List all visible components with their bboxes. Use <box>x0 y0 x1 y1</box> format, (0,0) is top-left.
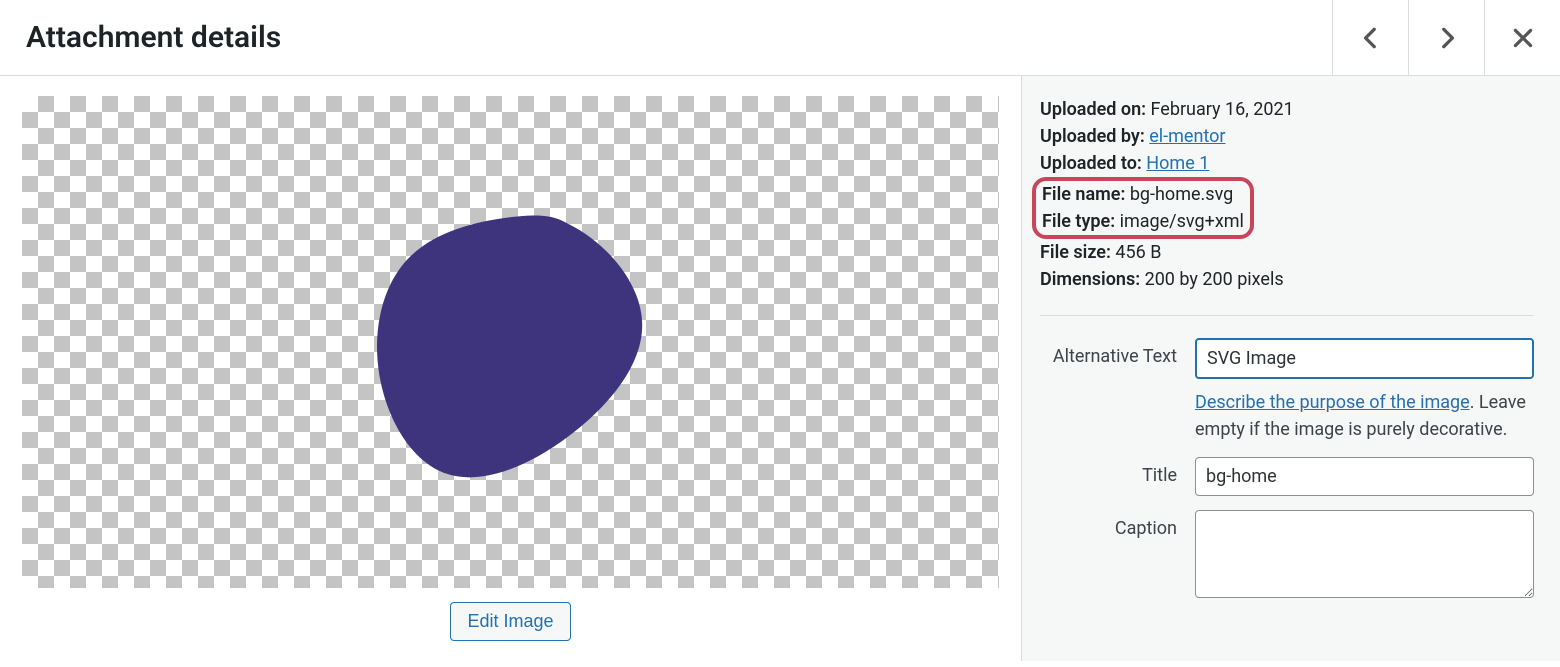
meta-file-size: File size: 456 B <box>1040 239 1534 266</box>
prev-button[interactable] <box>1332 0 1408 75</box>
meta-uploaded-to: Uploaded to: Home 1 <box>1040 150 1534 177</box>
edit-image-button[interactable]: Edit Image <box>450 602 570 641</box>
separator <box>1040 315 1534 316</box>
attachment-meta: Uploaded on: February 16, 2021 Uploaded … <box>1040 96 1534 293</box>
close-button[interactable] <box>1484 0 1560 75</box>
caption-textarea[interactable] <box>1195 510 1534 598</box>
alt-text-help: Describe the purpose of the image. Leave… <box>1195 389 1534 443</box>
uploaded-by-link[interactable]: el-mentor <box>1149 126 1225 147</box>
chevron-left-icon <box>1358 25 1384 51</box>
alt-text-row: Alternative Text Describe the purpose of… <box>1040 338 1534 443</box>
alt-text-input[interactable] <box>1195 338 1534 379</box>
title-row: Title <box>1040 457 1534 496</box>
next-button[interactable] <box>1408 0 1484 75</box>
image-preview-transparency-grid <box>22 96 999 588</box>
caption-row: Caption <box>1040 510 1534 603</box>
header-controls <box>1332 0 1560 75</box>
chevron-right-icon <box>1434 25 1460 51</box>
uploaded-to-link[interactable]: Home 1 <box>1146 153 1209 174</box>
meta-uploaded-by: Uploaded by: el-mentor <box>1040 123 1534 150</box>
meta-file-type: File type: image/svg+xml <box>1042 208 1244 235</box>
modal-title: Attachment details <box>26 20 281 55</box>
meta-uploaded-on: Uploaded on: February 16, 2021 <box>1040 96 1534 123</box>
meta-file-name: File name: bg-home.svg <box>1042 181 1244 208</box>
title-input[interactable] <box>1195 457 1534 496</box>
alt-text-label: Alternative Text <box>1040 338 1195 367</box>
attachment-details-pane: Uploaded on: February 16, 2021 Uploaded … <box>1022 76 1560 661</box>
attachment-image-preview <box>311 142 711 542</box>
annotation-highlight-box: File name: bg-home.svg File type: image/… <box>1032 177 1254 239</box>
media-preview-pane: Edit Image <box>0 76 1022 661</box>
close-icon <box>1510 25 1536 51</box>
alt-text-help-link[interactable]: Describe the purpose of the image <box>1195 392 1470 413</box>
caption-label: Caption <box>1040 510 1195 539</box>
meta-dimensions: Dimensions: 200 by 200 pixels <box>1040 266 1534 293</box>
title-label: Title <box>1040 457 1195 486</box>
modal-header: Attachment details <box>0 0 1560 76</box>
modal-body: Edit Image Uploaded on: February 16, 202… <box>0 76 1560 661</box>
